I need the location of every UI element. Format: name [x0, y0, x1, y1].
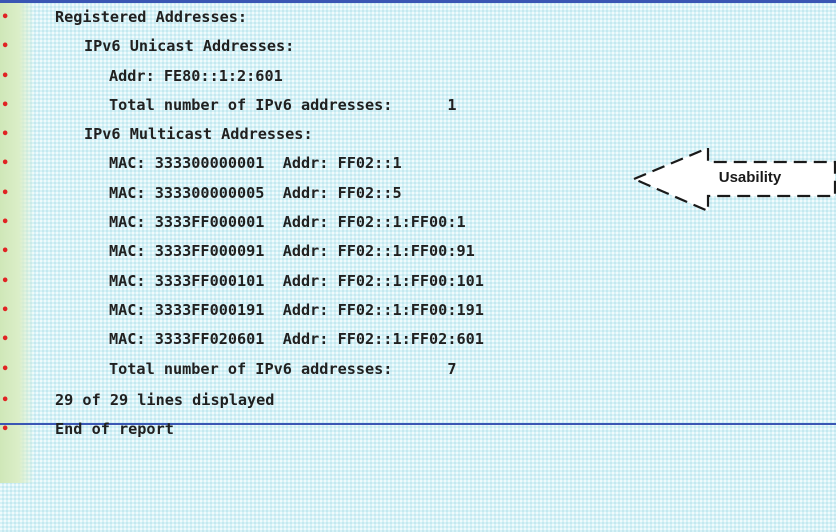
report-line: • Total number of IPv6 addresses: 1 — [0, 91, 836, 120]
bullet-icon: • — [1, 244, 10, 260]
report-line: • Total number of IPv6 addresses: 7 — [0, 355, 836, 384]
line-text: Total number of IPv6 addresses: 1 — [109, 95, 457, 114]
bullet-icon: • — [1, 127, 10, 143]
report-line: • IPv6 Multicast Addresses: — [0, 120, 836, 149]
bullet-icon: • — [1, 39, 10, 55]
bullet-icon: • — [1, 215, 10, 231]
line-text: MAC: 333300000005 Addr: FF02::5 — [109, 183, 402, 202]
line-text: IPv6 Unicast Addresses: — [84, 37, 295, 56]
report-line: • MAC: 3333FF020601 Addr: FF02::1:FF02:6… — [0, 325, 836, 354]
bullet-icon: • — [1, 392, 10, 408]
line-text: Addr: FE80::1:2:601 — [109, 66, 283, 85]
line-text: 29 of 29 lines displayed — [55, 390, 275, 409]
line-text: MAC: 3333FF000091 Addr: FF02::1:FF00:91 — [109, 242, 475, 261]
line-text: MAC: 333300000001 Addr: FF02::1 — [109, 154, 402, 173]
bullet-icon: • — [1, 361, 10, 377]
usability-callout: Usability — [633, 148, 836, 212]
bullet-icon: • — [1, 185, 10, 201]
line-text: MAC: 3333FF000001 Addr: FF02::1:FF00:1 — [109, 213, 466, 232]
bullet-icon: • — [1, 10, 10, 25]
report-line: • Registered Addresses: — [0, 3, 836, 32]
line-text: Registered Addresses: — [55, 8, 248, 26]
bullet-icon: • — [1, 97, 10, 113]
report-line: • MAC: 3333FF000191 Addr: FF02::1:FF00:1… — [0, 296, 836, 325]
line-text: Total number of IPv6 addresses: 7 — [109, 359, 457, 378]
line-text: MAC: 3333FF000101 Addr: FF02::1:FF00:101 — [109, 271, 484, 290]
report-line: • MAC: 3333FF000101 Addr: FF02::1:FF00:1… — [0, 267, 836, 296]
line-text: End of report — [55, 420, 174, 439]
bullet-icon: • — [1, 68, 10, 84]
bullet-icon: • — [1, 422, 10, 438]
callout-label: Usability — [718, 169, 782, 186]
bullet-icon: • — [1, 302, 10, 318]
bullet-icon: • — [1, 156, 10, 172]
line-text: MAC: 3333FF000191 Addr: FF02::1:FF00:191 — [109, 300, 484, 319]
report-output: • Registered Addresses: • IPv6 Unicast A… — [0, 3, 836, 444]
report-line: • End of report — [0, 415, 836, 444]
line-text: IPv6 Multicast Addresses: — [84, 125, 313, 144]
report-line: • 29 of 29 lines displayed — [0, 386, 836, 415]
report-line: • MAC: 3333FF000001 Addr: FF02::1:FF00:1 — [0, 208, 836, 237]
report-line: • IPv6 Unicast Addresses: — [0, 32, 836, 61]
line-text: MAC: 3333FF020601 Addr: FF02::1:FF02:601 — [109, 330, 484, 349]
report-line: • Addr: FE80::1:2:601 — [0, 62, 836, 91]
report-line: • MAC: 3333FF000091 Addr: FF02::1:FF00:9… — [0, 237, 836, 266]
bullet-icon: • — [1, 332, 10, 348]
bullet-icon: • — [1, 273, 10, 289]
